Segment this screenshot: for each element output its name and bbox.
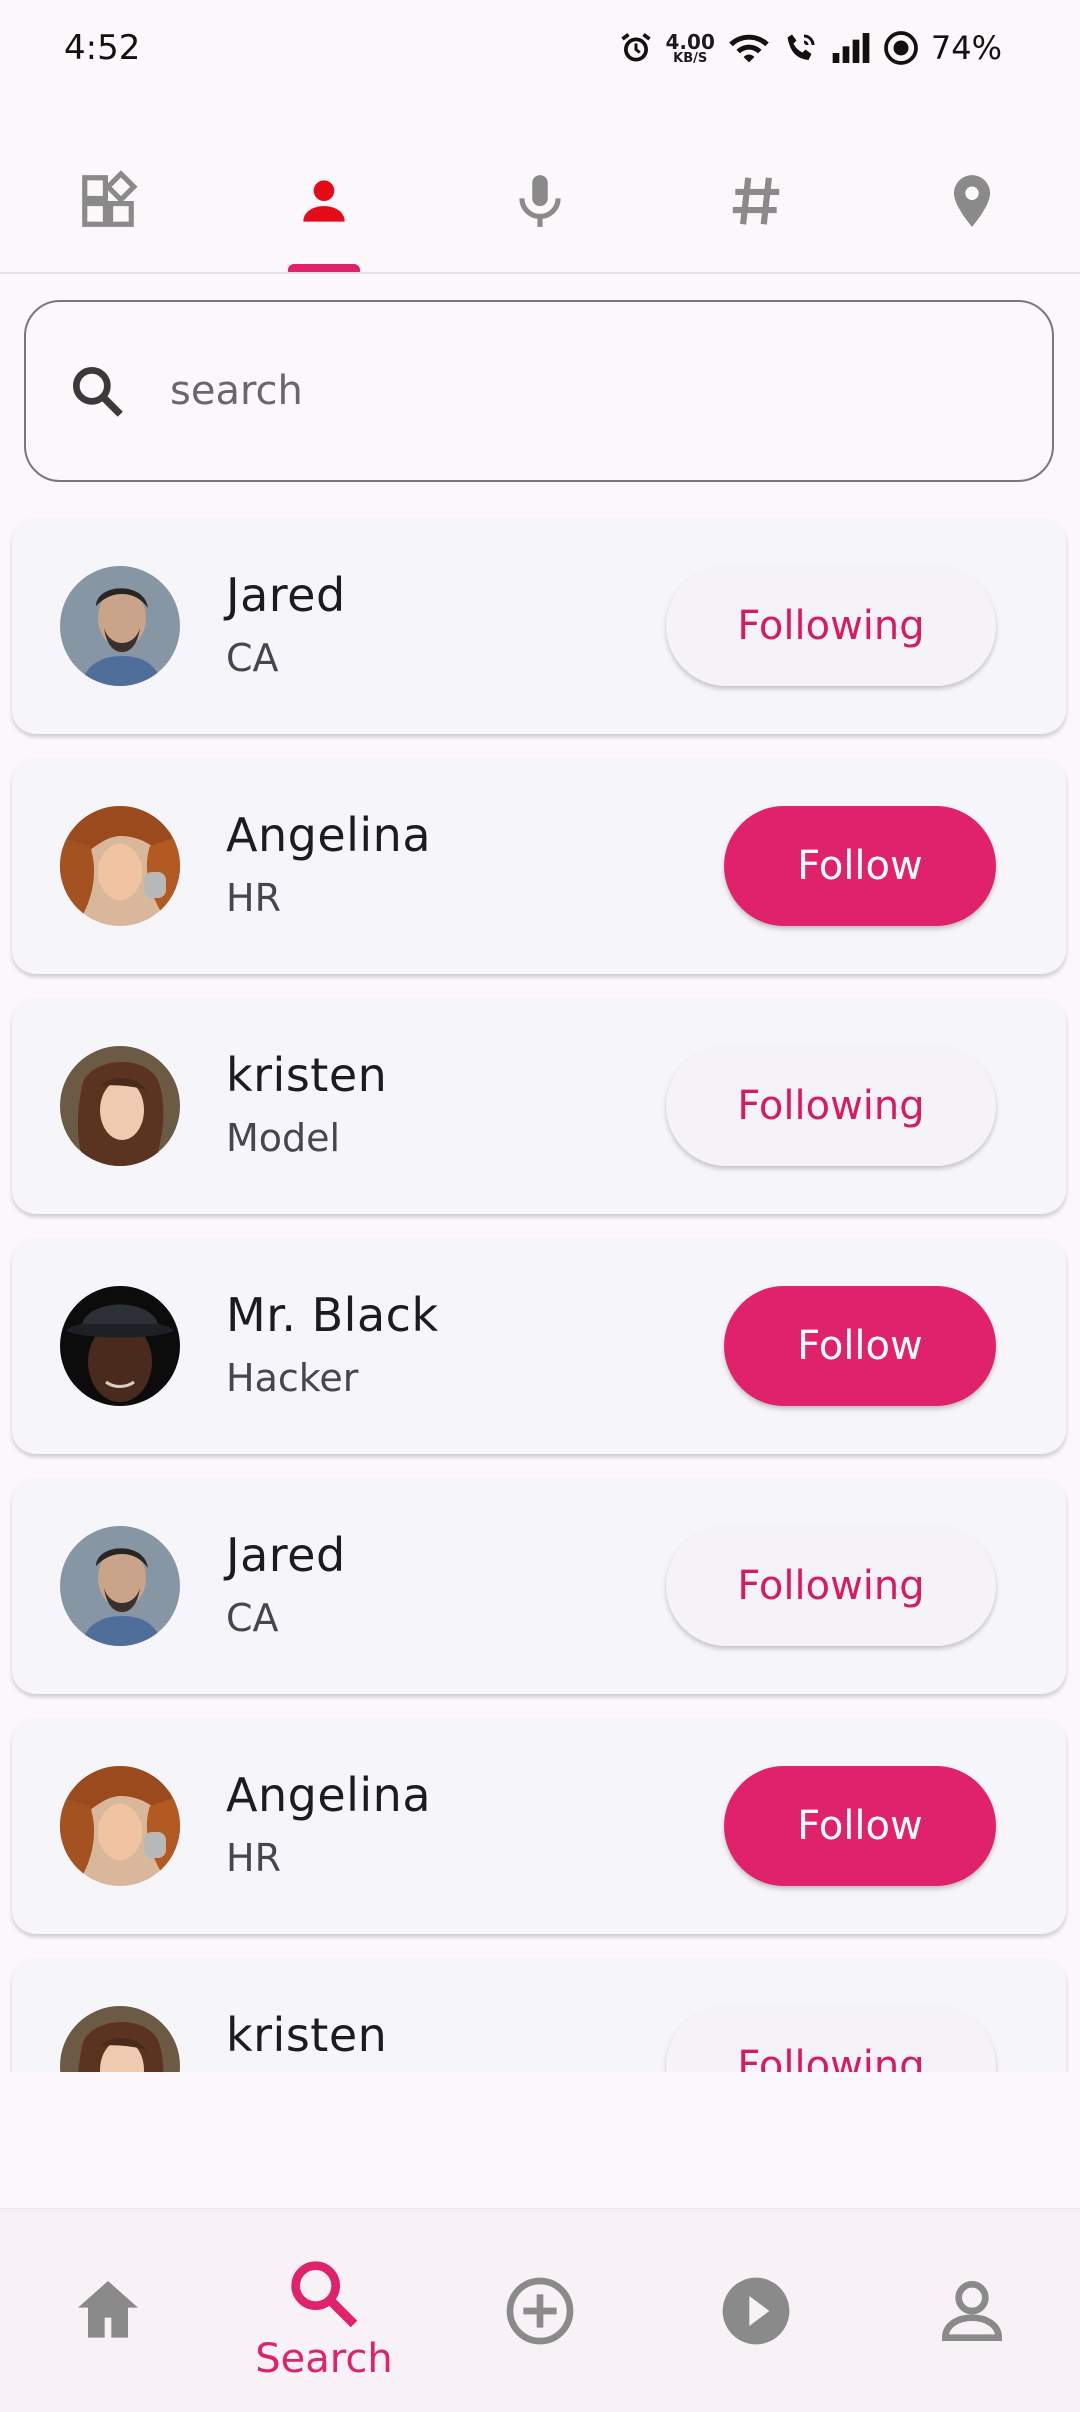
status-time: 4:52 — [64, 28, 141, 68]
search-input[interactable] — [170, 368, 970, 414]
battery-icon — [884, 31, 918, 65]
avatar — [60, 2006, 180, 2072]
list-item[interactable]: Mr. Black Hacker Follow — [12, 1238, 1066, 1454]
active-tab-indicator — [288, 264, 360, 272]
battery-percent: 74% — [930, 29, 1002, 67]
follow-button[interactable]: Follow — [724, 1286, 996, 1406]
list-item[interactable]: Jared CA Following — [12, 1478, 1066, 1694]
follow-button[interactable]: Follow — [724, 1766, 996, 1886]
search-bar[interactable] — [24, 300, 1054, 482]
nav-search[interactable]: Search — [216, 2209, 432, 2412]
nav-add[interactable] — [432, 2209, 648, 2412]
top-tab-bar — [0, 130, 1080, 274]
list-item[interactable]: Jared CA Following — [12, 518, 1066, 734]
mic-icon — [519, 175, 561, 227]
user-name: kristen — [226, 1048, 388, 1102]
nav-profile[interactable] — [864, 2209, 1080, 2412]
status-bar: 4:52 4.00 KB/S 74% — [0, 0, 1080, 96]
play-circle-icon — [722, 2277, 790, 2344]
network-speed: 4.00 KB/S — [666, 32, 715, 65]
search-icon — [291, 2260, 358, 2327]
following-button[interactable]: Following — [666, 1526, 996, 1646]
list-item[interactable]: kristen Model Following — [12, 998, 1066, 1214]
profile-icon — [941, 2280, 1003, 2341]
user-name: Jared — [226, 568, 346, 622]
nav-play[interactable] — [648, 2209, 864, 2412]
hashtag-icon — [732, 177, 780, 225]
tab-people[interactable] — [216, 130, 432, 272]
following-button[interactable]: Following — [666, 566, 996, 686]
user-name: Mr. Black — [226, 1288, 439, 1342]
wifi-call-icon — [787, 34, 815, 60]
location-pin-icon — [953, 175, 991, 227]
follow-button[interactable]: Follow — [724, 806, 996, 926]
user-name: Jared — [226, 1528, 346, 1582]
avatar — [60, 566, 180, 686]
avatar — [60, 1286, 180, 1406]
user-name: Angelina — [226, 1768, 432, 1822]
user-role: HR — [226, 1836, 281, 1880]
network-speed-value: 4.00 — [665, 29, 715, 54]
avatar — [60, 806, 180, 926]
person-icon — [303, 180, 345, 222]
user-role: HR — [226, 876, 281, 920]
search-icon — [72, 366, 123, 417]
home-icon — [78, 2280, 138, 2338]
avatar — [60, 1526, 180, 1646]
tab-audio[interactable] — [432, 130, 648, 272]
following-button[interactable]: Following — [666, 2006, 996, 2072]
status-icons: 4.00 KB/S 74% — [618, 29, 1002, 67]
signal-icon — [832, 33, 870, 63]
nav-search-label: Search — [255, 2335, 393, 2382]
network-speed-unit: KB/S — [673, 50, 708, 66]
bottom-navigation: Search — [0, 2208, 1080, 2412]
user-role: CA — [226, 1596, 279, 1640]
nav-home[interactable] — [0, 2209, 216, 2412]
user-name: Angelina — [226, 808, 432, 862]
user-name: kristen — [226, 2008, 388, 2062]
alarm-icon — [620, 33, 651, 62]
following-button[interactable]: Following — [666, 1046, 996, 1166]
list-item[interactable]: Angelina HR Follow — [12, 1718, 1066, 1934]
user-list[interactable]: Jared CA Following Angelina HR Follow kr… — [0, 516, 1080, 2072]
list-item[interactable]: Angelina HR Follow — [12, 758, 1066, 974]
add-circle-icon — [506, 2277, 574, 2344]
avatar — [60, 1766, 180, 1886]
avatar — [60, 1046, 180, 1166]
user-role: CA — [226, 636, 279, 680]
user-role: Model — [226, 1116, 341, 1160]
list-item[interactable]: kristen Model Following — [12, 1958, 1066, 2072]
widgets-icon — [82, 170, 138, 227]
user-role: Hacker — [226, 1356, 359, 1400]
tab-hashtags[interactable] — [648, 130, 864, 272]
tab-categories[interactable] — [0, 130, 216, 272]
wifi-icon — [729, 34, 769, 63]
tab-places[interactable] — [864, 130, 1080, 272]
